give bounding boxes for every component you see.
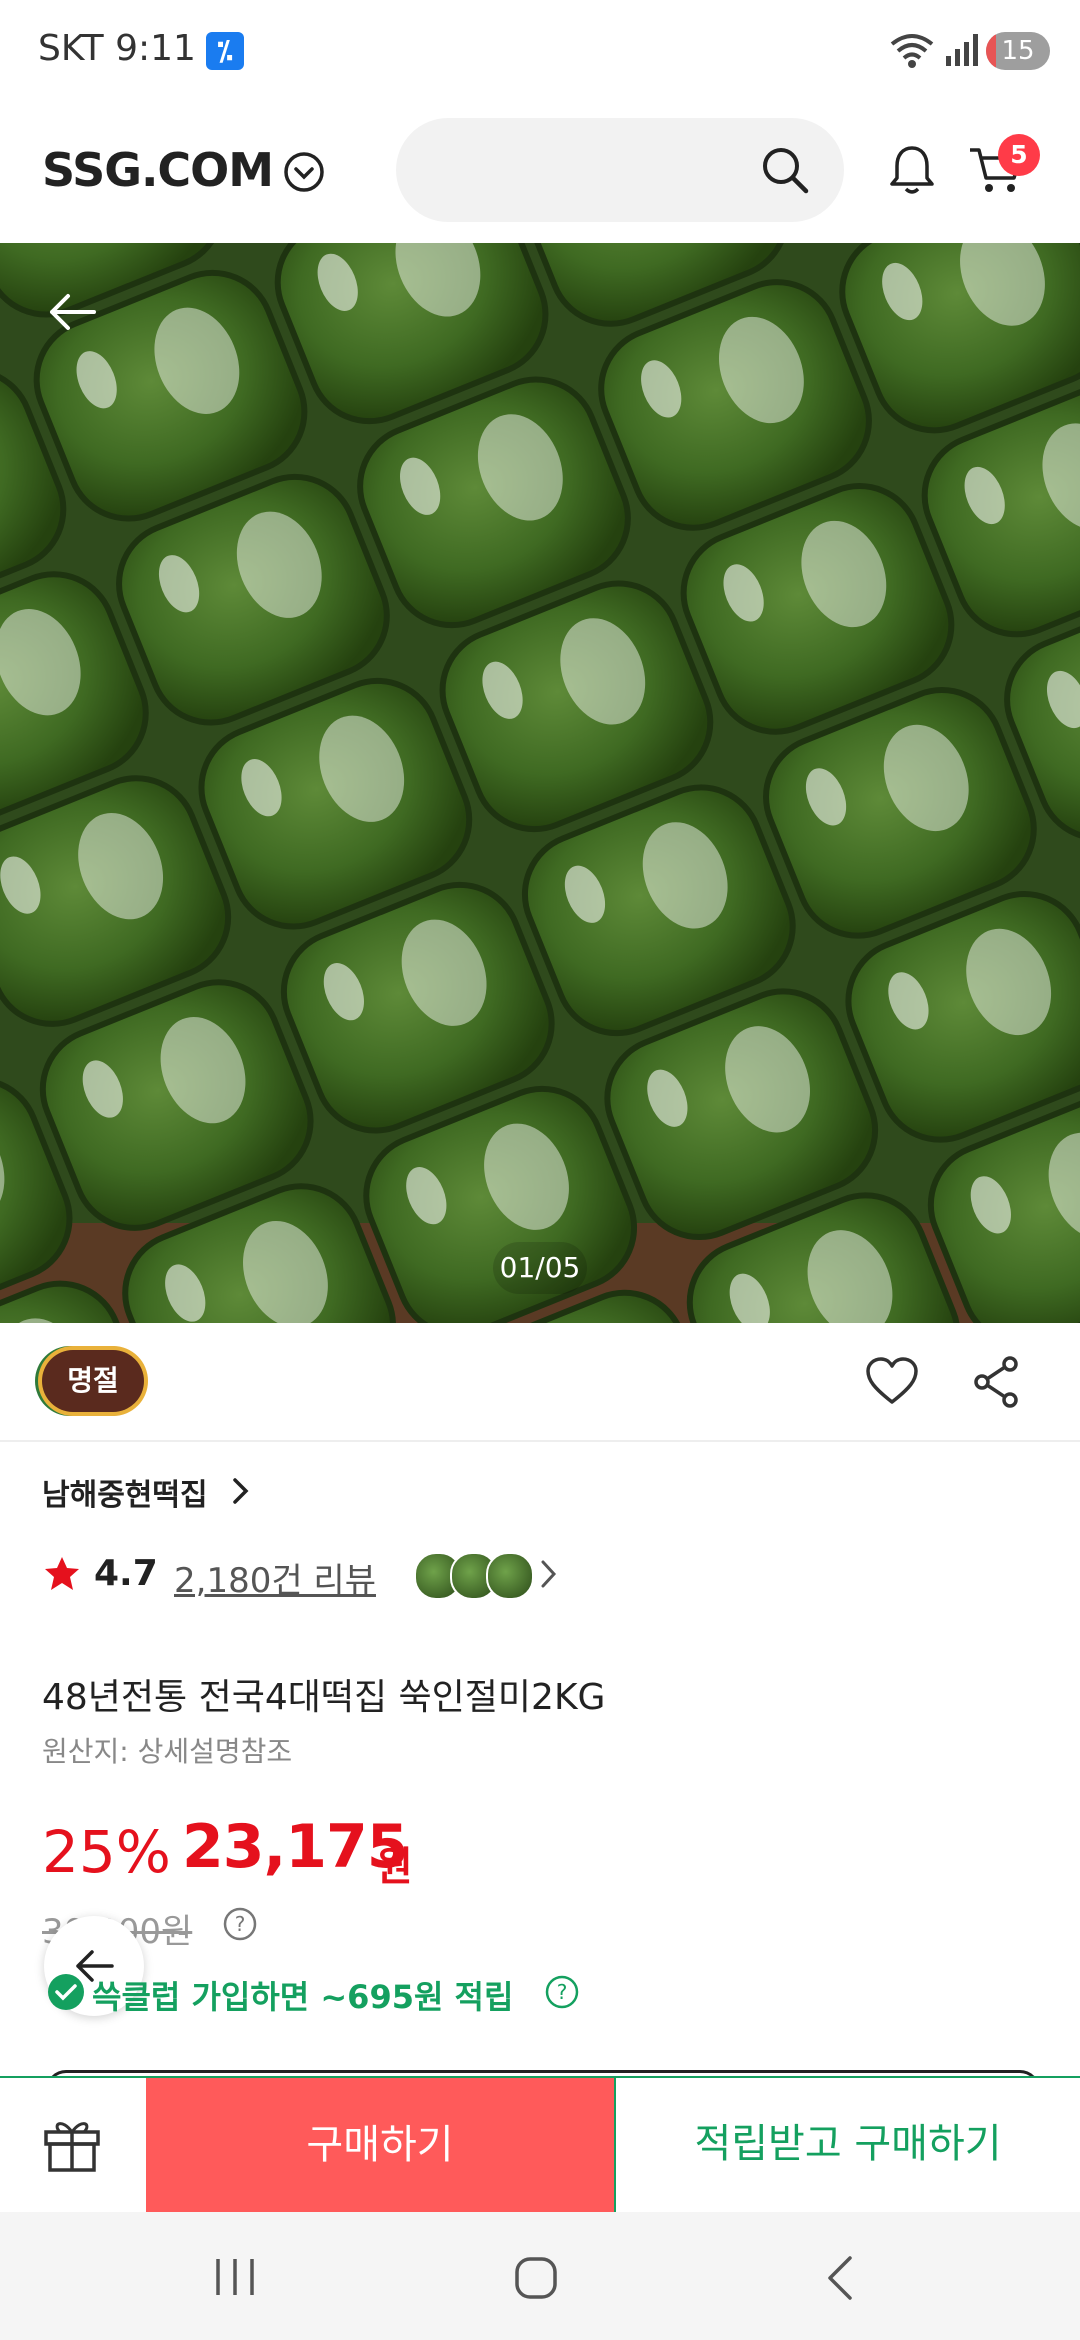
nav-home-icon[interactable] — [512, 2254, 560, 2302]
gift-button[interactable] — [0, 2078, 146, 2212]
battery-level: 15 — [1001, 36, 1035, 66]
image-counter: 01/05 — [493, 1242, 587, 1294]
svg-text:?: ? — [235, 1912, 246, 1936]
help-icon[interactable]: ? — [544, 1974, 580, 2010]
chevron-right-icon[interactable] — [538, 1558, 560, 1590]
brand-logo[interactable]: SSG.COM — [42, 143, 274, 197]
cart-count-badge: 5 — [998, 134, 1040, 176]
rating-value: 4.7 — [94, 1553, 158, 1594]
club-reward-info[interactable]: 쓱클럽 가입하면 ~695원 적립 — [92, 1972, 513, 2018]
origin-info: 원산지: 상세설명참조 — [42, 1735, 293, 1768]
buy-with-reward-button[interactable]: 적립받고 구매하기 — [614, 2078, 1080, 2212]
gift-icon — [44, 2122, 100, 2172]
battery-fill — [986, 32, 996, 70]
chevron-down-icon[interactable] — [282, 150, 326, 194]
section-divider — [0, 1440, 1080, 1442]
buy-button[interactable]: 구매하기 — [146, 2078, 614, 2212]
help-icon[interactable]: ? — [222, 1906, 258, 1942]
club-icon — [48, 1974, 84, 2010]
status-carrier-time: SKT 9:11 — [38, 28, 196, 69]
star-icon — [45, 1557, 79, 1590]
svg-text:?: ? — [557, 1980, 568, 2004]
wifi-icon — [890, 34, 934, 68]
notification-app-icon: ⁒ — [206, 32, 244, 70]
price-unit: 원 — [376, 1844, 413, 1890]
chevron-right-icon[interactable] — [230, 1476, 252, 1506]
discount-rate: 25% — [42, 1818, 171, 1886]
holiday-badge: 명절 — [42, 1350, 144, 1412]
product-image-carousel[interactable] — [0, 243, 1080, 1323]
review-count-link[interactable]: 2,180건 리뷰 — [174, 1553, 376, 1602]
bell-icon[interactable] — [884, 142, 940, 198]
heart-icon[interactable] — [864, 1356, 920, 1408]
product-title: 48년전통 전국4대떡집 쑥인절미2KG — [42, 1677, 606, 1718]
signal-icon — [946, 34, 978, 66]
back-arrow-icon[interactable] — [44, 290, 100, 334]
battery-indicator: 15 — [986, 32, 1050, 70]
sale-price: 23,175 — [182, 1812, 409, 1882]
product-image — [0, 243, 1080, 1323]
store-link[interactable]: 남해중현떡집 — [42, 1470, 208, 1514]
review-thumbnail[interactable] — [486, 1552, 534, 1600]
search-icon[interactable] — [758, 143, 812, 197]
nav-back-icon[interactable] — [822, 2254, 858, 2302]
share-icon[interactable] — [972, 1356, 1020, 1408]
nav-recents-icon[interactable] — [212, 2255, 258, 2299]
